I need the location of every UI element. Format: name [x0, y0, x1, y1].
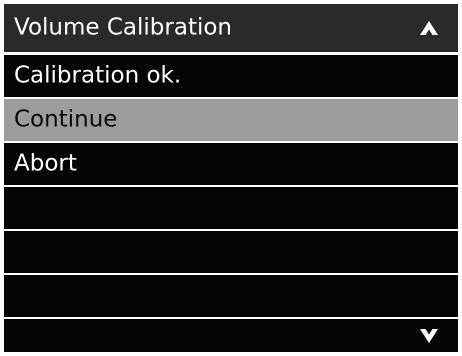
menu-item-calibration-ok[interactable]: Calibration ok. — [4, 55, 458, 97]
menu-item-abort[interactable]: Abort — [4, 143, 458, 185]
menu-title-bar: Volume Calibration — [4, 4, 458, 52]
menu-item-label: Calibration ok. — [14, 62, 182, 89]
chevron-down-icon[interactable] — [420, 328, 438, 343]
menu-item-empty — [4, 319, 458, 352]
menu-item-label: Abort — [14, 150, 77, 177]
menu-item-empty — [4, 187, 458, 229]
calibration-screen: Volume Calibration Calibration ok. Conti… — [0, 0, 462, 356]
menu-item-empty — [4, 231, 458, 273]
menu-item-label: Continue — [14, 106, 118, 133]
chevron-up-icon[interactable] — [420, 21, 438, 35]
menu-item-continue[interactable]: Continue — [4, 99, 458, 141]
menu-item-empty — [4, 275, 458, 317]
menu-title: Volume Calibration — [14, 14, 232, 41]
